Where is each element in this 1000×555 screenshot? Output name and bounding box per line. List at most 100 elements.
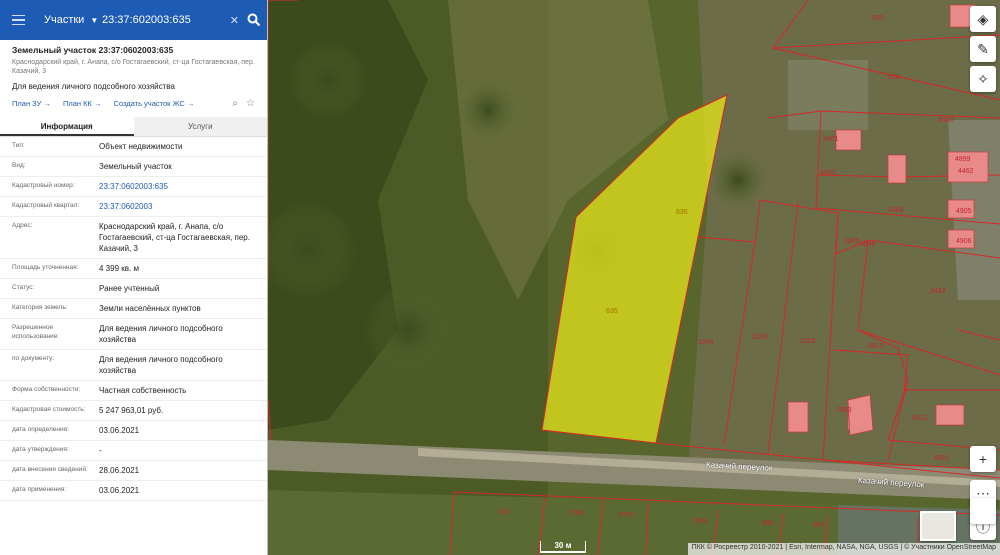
row-value: 5 247 963,01 руб.	[99, 406, 164, 415]
row-by-doc: по документу: Для ведения личного подсобн…	[0, 350, 267, 381]
search-input[interactable]: 23:37:602003:635	[102, 14, 230, 26]
row-key: дата применения:	[12, 486, 67, 493]
chevron-down-icon: ▼	[90, 15, 99, 25]
parcel-title: Земельный участок 23:37:0602003:635	[12, 45, 174, 55]
row-key: дата утверждения:	[12, 446, 69, 453]
row-kind: Вид: Земельный участок	[0, 157, 267, 177]
parcel-label: 850	[888, 74, 900, 81]
parcel-label: 635	[676, 209, 688, 216]
row-date-appr: дата утверждения: -	[0, 441, 267, 461]
row-cad-block: Кадастровый квартал: 23:37:0602003	[0, 197, 267, 217]
row-value: Для ведения личного подсобного хозяйства	[99, 324, 223, 344]
menu-icon[interactable]	[12, 9, 34, 31]
parcel-label: 2563	[692, 518, 708, 525]
scale-bar: 30 м	[540, 541, 586, 553]
star-icon[interactable]: ☆	[246, 98, 255, 109]
plus-icon: +	[978, 451, 988, 467]
row-value: 03.06.2021	[99, 486, 140, 495]
row-value: Земельный участок	[99, 162, 172, 171]
parcel-label: 2767	[618, 512, 634, 519]
search-icon[interactable]	[247, 13, 261, 27]
row-key: дата внесения сведений:	[12, 466, 88, 473]
row-value: Ранее учтенный	[99, 284, 160, 293]
row-value: 4 399 кв. м	[99, 264, 139, 273]
row-key: Адрес:	[12, 222, 33, 229]
row-value: Объект недвижимости	[99, 142, 183, 151]
parcel-label: 4901	[823, 136, 839, 143]
row-value: Краснодарский край, г. Анапа, с/о Гостаг…	[99, 222, 250, 253]
row-date-def: дата определения: 03.06.2021	[0, 421, 267, 441]
attribution: ПКК © Росреестр 2010-2021 | Esri, Interm…	[687, 543, 1000, 555]
parcel-label: 632	[499, 509, 511, 516]
cad-block-link[interactable]: 23:37:0602003	[99, 201, 255, 212]
ruler-icon: ✎	[977, 40, 989, 57]
layers-icon: ◈	[977, 10, 989, 27]
parcel-label: 4900	[938, 117, 954, 124]
parcel-label: 893	[762, 520, 774, 527]
tab-info[interactable]: Информация	[0, 117, 134, 136]
create-parcel-link[interactable]: Создать участок ЖС →	[113, 99, 194, 108]
parcel-label: 635	[606, 308, 618, 315]
row-category: Категория земель: Земли населённых пункто…	[0, 299, 267, 319]
plan-zu-link[interactable]: План ЗУ →	[12, 99, 51, 108]
row-key: Кадастровый квартал:	[12, 202, 80, 209]
row-key: Кадастровый номер:	[12, 182, 75, 189]
parcel-label: 4899	[955, 156, 971, 163]
plan-kk-link[interactable]: План КК →	[63, 99, 102, 108]
row-key: Вид:	[12, 162, 26, 169]
row-value: Для ведения личного подсобного хозяйства	[99, 355, 223, 375]
row-cad-num: Кадастровый номер: 23:37:0602003:635	[0, 177, 267, 197]
row-value: Земли населённых пунктов	[99, 304, 201, 313]
row-area: Площадь уточненная: 4 399 кв. м	[0, 259, 267, 279]
row-type: Тип: Объект недвижимости	[0, 137, 267, 157]
category-select[interactable]: Участки ▼	[44, 14, 98, 26]
cad-num-link[interactable]: 23:37:0602003:635	[99, 181, 255, 192]
zoom-in-button[interactable]: +	[970, 446, 996, 472]
row-address: Адрес: Краснодарский край, г. Анапа, с/о …	[0, 217, 267, 259]
row-permitted: Разрешенное использование: Для ведения ли…	[0, 319, 267, 350]
row-key: Разрешенное использование:	[12, 324, 60, 340]
parcel-label: 897	[813, 522, 825, 529]
row-status: Статус: Ранее учтенный	[0, 279, 267, 299]
parcel-label: 4948	[860, 241, 876, 248]
tab-services[interactable]: Услуги	[133, 117, 267, 136]
minimap[interactable]	[920, 511, 956, 541]
row-key: Статус:	[12, 284, 35, 291]
parcel-label: 4906	[956, 238, 972, 245]
parcel-label: 2603	[836, 407, 852, 414]
parcel-label: 4368	[888, 207, 904, 214]
parcel-label: 3613	[868, 343, 884, 350]
satellite-imagery	[268, 0, 1000, 555]
row-key: Кадастровая стоимость:	[12, 406, 86, 413]
row-key: дата определения:	[12, 426, 69, 433]
locate-button[interactable]: ✧	[970, 66, 996, 92]
parcel-label: 1029	[752, 334, 768, 341]
parcel-label: 4902	[820, 170, 836, 177]
parcel-label: 3845	[844, 238, 860, 245]
zoom-to-object-icon[interactable]: ⌕	[232, 98, 238, 109]
row-value: -	[99, 446, 102, 455]
clear-icon[interactable]: ✕	[230, 14, 239, 27]
row-ownership: Форма собственности: Частная собственност…	[0, 381, 267, 401]
row-value: 28.06.2021	[99, 466, 140, 475]
parcel-label: 4512	[912, 415, 928, 422]
map-view[interactable]: 903 850 4900 4901 4902 4899 4462 4368 49…	[268, 0, 1000, 555]
layers-button[interactable]: ◈	[970, 6, 996, 32]
parcel-label: 3434	[930, 288, 946, 295]
parcel-address: Краснодарский край, г. Анапа, с/о Гостаг…	[12, 59, 255, 75]
row-date-apply: дата применения: 03.06.2021	[0, 481, 267, 501]
info-panel: Участки ▼ 23:37:602003:635 ✕ Земельный у…	[0, 0, 268, 555]
row-value: 03.06.2021	[99, 426, 140, 435]
parcel-label: 4511	[934, 455, 950, 462]
row-value: Частная собственность	[99, 386, 187, 395]
parcel-label: 1026	[800, 338, 816, 345]
parcel-label: 1044	[698, 339, 714, 346]
row-key: Площадь уточненная:	[12, 264, 79, 271]
measure-button[interactable]: ✎	[970, 36, 996, 62]
row-key: Форма собственности:	[12, 386, 81, 393]
row-key: по документу:	[12, 355, 55, 362]
parcel-label: 2768	[568, 510, 584, 517]
zoom-out-button[interactable]	[970, 498, 996, 524]
parcel-label: 4905	[956, 208, 972, 215]
row-cost: Кадастровая стоимость: 5 247 963,01 руб.	[0, 401, 267, 421]
